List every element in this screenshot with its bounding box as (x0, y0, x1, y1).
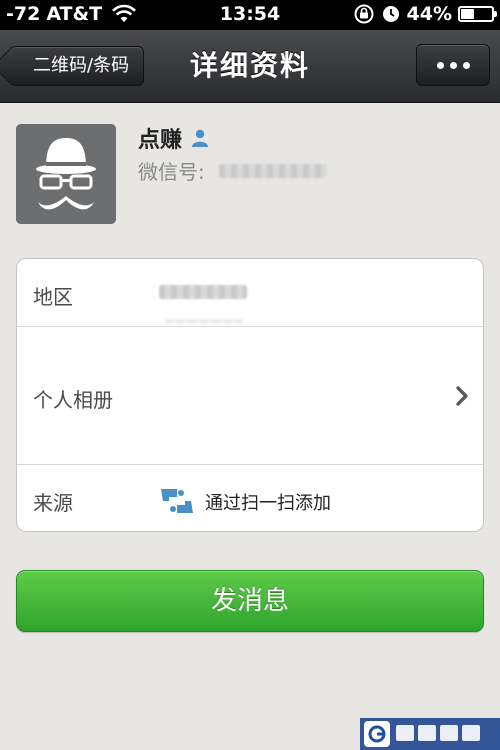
more-button[interactable] (416, 44, 490, 86)
alarm-clock-icon (382, 6, 399, 22)
info-card: 地区 个人相册 来源 通过扫一扫添加 (16, 258, 484, 532)
contact-name: 点赚 (138, 128, 183, 153)
region-label: 地区 (33, 285, 73, 309)
scan-hands-icon (161, 489, 193, 513)
person-icon (192, 129, 209, 147)
watermark-logo (360, 718, 500, 750)
send-message-button[interactable]: 发消息 (16, 570, 484, 632)
status-bar: -72 AT&T 13:54 44% (0, 0, 500, 30)
region-value-blurred (159, 285, 247, 299)
back-button-label: 二维码/条码 (33, 55, 130, 76)
battery-percent: 44% (406, 3, 452, 25)
region-value-blurred-secondary (165, 319, 243, 324)
contact-name-row: 点赚 (138, 122, 210, 154)
back-button[interactable]: 二维码/条码 (10, 46, 145, 86)
nav-bar: 详细资料 二维码/条码 (0, 30, 500, 103)
wechat-id-label: 微信号: (138, 160, 205, 184)
rotation-lock-icon (354, 4, 374, 24)
source-label: 来源 (33, 491, 73, 515)
wechat-id-row: 微信号: (138, 156, 327, 185)
watermark-icon (364, 721, 390, 747)
source-value: 通过扫一扫添加 (205, 493, 331, 514)
battery-icon (458, 6, 497, 22)
more-dots-icon (436, 61, 444, 69)
chevron-right-icon (456, 386, 468, 406)
wechat-id-value-blurred (218, 163, 327, 178)
album-label: 个人相册 (33, 388, 113, 412)
source-row: 来源 通过扫一扫添加 (17, 464, 483, 531)
gentleman-avatar-icon (16, 124, 116, 224)
region-row: 地区 (17, 259, 483, 326)
avatar[interactable] (16, 124, 116, 224)
album-row[interactable]: 个人相册 (17, 326, 483, 465)
